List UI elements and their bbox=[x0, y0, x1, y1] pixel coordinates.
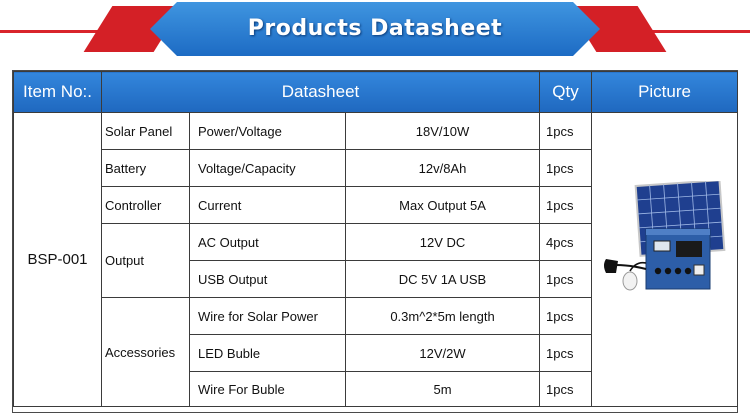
datasheet-table: Item No:. Datasheet Qty Picture BSP-001 … bbox=[13, 71, 739, 407]
header-datasheet: Datasheet bbox=[100, 71, 541, 113]
value-cell: DC 5V 1A USB bbox=[344, 260, 541, 298]
qty-cell: 1pcs bbox=[539, 186, 593, 224]
category-cell: Output bbox=[101, 223, 190, 298]
qty-cell: 1pcs bbox=[539, 371, 593, 407]
qty-cell: 1pcs bbox=[539, 112, 593, 150]
value-cell: 12V/2W bbox=[344, 334, 541, 372]
parameter-cell: Power/Voltage bbox=[189, 112, 346, 150]
parameter-cell: Wire For Buble bbox=[189, 371, 346, 407]
solar-kit-photo-icon bbox=[604, 181, 726, 291]
header-qty: Qty bbox=[539, 71, 593, 113]
value-cell: 5m bbox=[344, 371, 541, 407]
header-item-no: Item No:. bbox=[13, 71, 102, 113]
qty-cell: 1pcs bbox=[539, 334, 593, 372]
picture-cell bbox=[591, 112, 739, 407]
value-cell: 18V/10W bbox=[344, 112, 541, 150]
qty-cell: 1pcs bbox=[539, 297, 593, 335]
parameter-cell: USB Output bbox=[189, 260, 346, 298]
qty-cell: 1pcs bbox=[539, 149, 593, 187]
table-row: BSP-001 Solar Panel Power/Voltage 18V/10… bbox=[13, 112, 739, 407]
category-cell: Battery bbox=[101, 149, 190, 187]
datasheet-table-container: Item No:. Datasheet Qty Picture BSP-001 … bbox=[12, 70, 739, 413]
value-cell: 12v/8Ah bbox=[344, 149, 541, 187]
banner-title: Products Datasheet bbox=[247, 16, 503, 41]
header-row: Item No:. Datasheet Qty Picture bbox=[13, 71, 739, 113]
value-cell: 0.3m^2*5m length bbox=[344, 297, 541, 335]
value-cell: Max Output 5A bbox=[344, 186, 541, 224]
value-cell: 12V DC bbox=[344, 223, 541, 261]
qty-cell: 1pcs bbox=[539, 260, 593, 298]
category-cell: Solar Panel bbox=[101, 112, 190, 150]
header-picture: Picture bbox=[591, 71, 739, 113]
parameter-cell: AC Output bbox=[189, 223, 346, 261]
category-cell: Controller bbox=[101, 186, 190, 224]
title-banner: Products Datasheet bbox=[0, 0, 750, 66]
category-cell: Accessories bbox=[101, 297, 190, 407]
parameter-cell: Current bbox=[189, 186, 346, 224]
parameter-cell: LED Buble bbox=[189, 334, 346, 372]
parameter-cell: Voltage/Capacity bbox=[189, 149, 346, 187]
parameter-cell: Wire for Solar Power bbox=[189, 297, 346, 335]
item-number: BSP-001 bbox=[13, 112, 102, 407]
qty-cell: 4pcs bbox=[539, 223, 593, 261]
